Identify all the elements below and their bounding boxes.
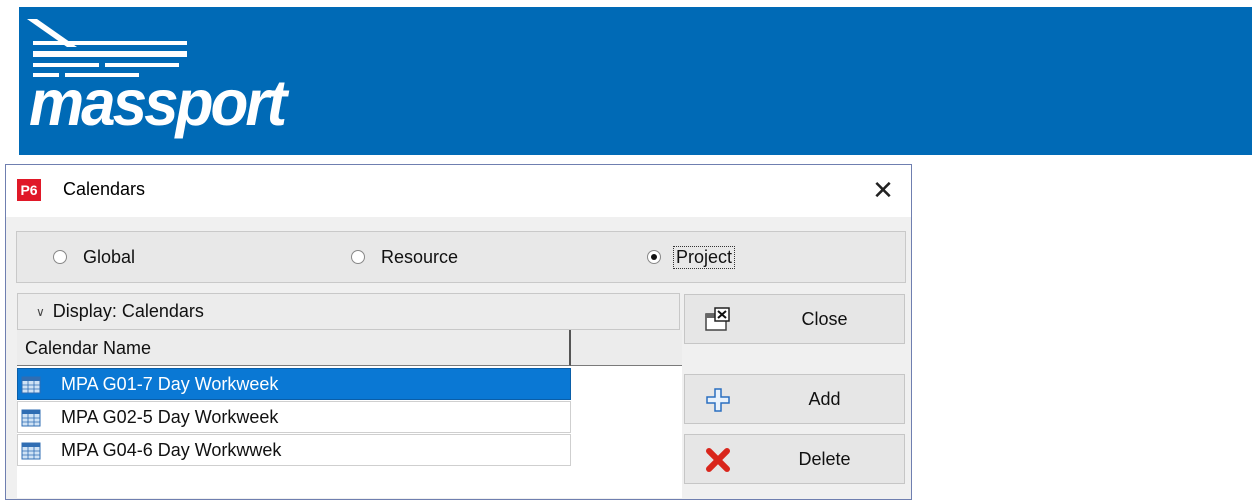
radio-global[interactable]: Global bbox=[53, 246, 135, 268]
red-x-icon bbox=[706, 448, 730, 472]
close-button-label: Close bbox=[801, 309, 848, 329]
calendar-name: MPA G02-5 Day Workweek bbox=[61, 406, 279, 427]
calendar-name: MPA G04-6 Day Workwwek bbox=[61, 439, 282, 460]
massport-banner: massport bbox=[19, 7, 1252, 155]
plus-icon bbox=[706, 388, 730, 412]
massport-logo: massport bbox=[19, 7, 319, 155]
logo-wordmark: massport bbox=[29, 67, 287, 140]
radio-resource[interactable]: Resource bbox=[351, 246, 458, 268]
display-label: Display: Calendars bbox=[52, 301, 204, 321]
radio-project[interactable]: Project bbox=[647, 245, 736, 269]
close-window-icon bbox=[705, 307, 730, 331]
calendar-icon bbox=[21, 376, 41, 394]
calendar-icon bbox=[21, 442, 41, 460]
delete-button-label: Delete bbox=[798, 449, 851, 469]
p6-app-icon: P6 bbox=[17, 179, 41, 201]
dialog-title: Calendars bbox=[63, 179, 146, 199]
add-button-label: Add bbox=[808, 389, 841, 409]
calendar-name: MPA G01-7 Day Workweek bbox=[61, 373, 279, 394]
column-header-filler bbox=[571, 330, 682, 366]
radio-global-label: Global bbox=[83, 246, 136, 267]
table-row[interactable]: MPA G02-5 Day Workweek bbox=[17, 401, 571, 433]
radio-button-icon[interactable] bbox=[351, 250, 365, 264]
calendar-scope-group: Global Resource Project bbox=[16, 231, 906, 283]
radio-resource-label: Resource bbox=[381, 246, 459, 267]
close-button[interactable]: Close bbox=[684, 294, 905, 344]
radio-button-selected-icon[interactable] bbox=[647, 250, 661, 264]
display-menu-bar[interactable]: ∨ Display: Calendars bbox=[17, 293, 680, 330]
delete-button[interactable]: Delete bbox=[684, 434, 905, 484]
add-button[interactable]: Add bbox=[684, 374, 905, 424]
table-row[interactable]: MPA G04-6 Day Workwwek bbox=[17, 434, 571, 466]
radio-project-label: Project bbox=[672, 245, 736, 269]
calendars-dialog: P6 Calendars ✕ Global Resource Project ∨… bbox=[5, 164, 912, 500]
radio-button-icon[interactable] bbox=[53, 250, 67, 264]
table-row[interactable]: MPA G01-7 Day Workweek bbox=[17, 368, 571, 400]
calendar-table: Calendar Name MPA G01-7 Day Workweek MPA… bbox=[17, 330, 682, 498]
column-header-calendar-name[interactable]: Calendar Name bbox=[17, 330, 571, 366]
close-icon[interactable]: ✕ bbox=[868, 175, 898, 205]
calendar-icon bbox=[21, 409, 41, 427]
chevron-down-icon[interactable]: ∨ bbox=[36, 305, 45, 319]
dialog-titlebar: P6 Calendars ✕ bbox=[6, 165, 911, 217]
